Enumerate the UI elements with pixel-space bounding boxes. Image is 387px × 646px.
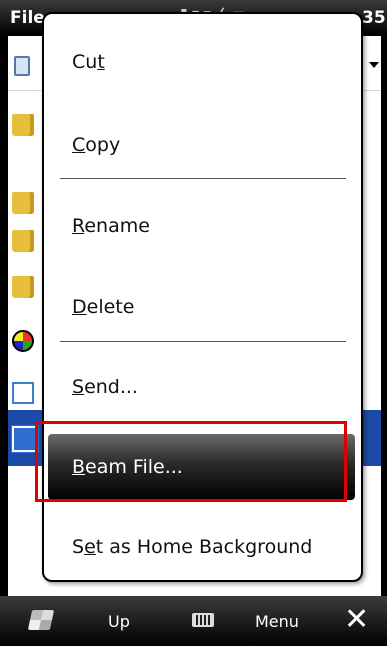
- menu-item-label: opy: [85, 134, 121, 156]
- menu-item-set-as-home-background[interactable]: Set as Home Background: [44, 519, 361, 575]
- up-softkey[interactable]: Up: [108, 612, 130, 631]
- window-icon: [12, 382, 34, 404]
- menu-separator: [60, 341, 346, 342]
- menu-item-accelerator: R: [72, 215, 85, 237]
- menu-item-label: S: [72, 536, 85, 558]
- menu-item-label: t as Home Background: [95, 536, 313, 558]
- close-icon[interactable]: ✕: [344, 602, 369, 638]
- menu-item-send[interactable]: Send...: [44, 359, 361, 415]
- highlight-callout-box: [35, 421, 347, 502]
- menu-item-label: ename: [84, 215, 150, 237]
- menu-separator: [60, 178, 346, 179]
- keyboard-icon[interactable]: [192, 613, 214, 627]
- clock: 35: [362, 8, 386, 28]
- soft-key-bar: Up Menu ✕: [0, 596, 387, 646]
- menu-item-accelerator: t: [97, 51, 105, 73]
- menu-item-copy[interactable]: Copy: [44, 117, 361, 173]
- menu-item-accelerator: S: [72, 376, 85, 398]
- menu-item-label: end...: [84, 376, 138, 398]
- folder-icon: [12, 276, 34, 298]
- menu-item-rename[interactable]: Rename: [44, 198, 361, 254]
- chevron-down-icon[interactable]: [369, 62, 379, 68]
- folder-icon: [12, 230, 34, 252]
- menu-item-delete[interactable]: Delete: [44, 279, 361, 335]
- menu-item-accelerator: e: [84, 536, 96, 558]
- menu-item-cut[interactable]: Cut: [44, 34, 361, 90]
- folder-icon: [12, 192, 34, 214]
- menu-item-accelerator: C: [72, 134, 86, 156]
- menu-item-label: elete: [86, 296, 135, 318]
- folder-icon: [12, 114, 34, 136]
- menu-item-label: Cu: [72, 51, 98, 73]
- device-icon: [14, 56, 30, 76]
- windows-start-icon[interactable]: [27, 610, 55, 630]
- app-title: File: [10, 8, 45, 28]
- menu-item-accelerator: D: [72, 296, 87, 318]
- application-icon: [12, 330, 34, 352]
- menu-softkey[interactable]: Menu: [255, 612, 299, 631]
